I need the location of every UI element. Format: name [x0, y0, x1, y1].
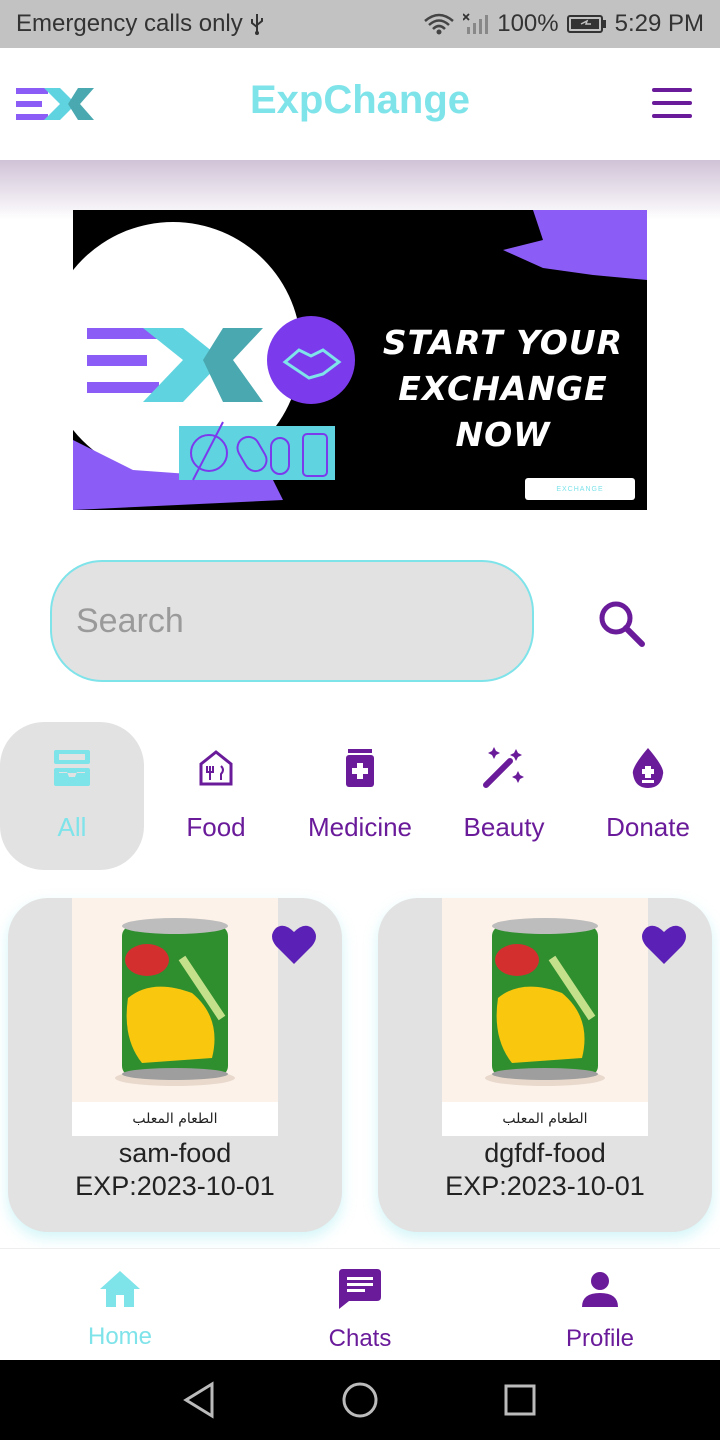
nav-profile[interactable]: Profile [520, 1249, 680, 1361]
menu-icon-bar [652, 88, 692, 92]
favorite-heart-icon[interactable] [642, 924, 686, 964]
magic-wand-icon [482, 747, 526, 788]
product-image-caption: الطعام المعلب [442, 1102, 648, 1136]
corn-can-image [115, 918, 235, 1086]
category-label: Medicine [307, 812, 413, 842]
category-label: Food [186, 812, 246, 842]
medicine-icon [344, 748, 376, 788]
product-expiry: EXP:2023-10-01 [445, 1171, 645, 1201]
search-field[interactable] [50, 560, 534, 682]
favorite-heart-icon[interactable] [272, 924, 316, 964]
product-name: dgfdf-food [484, 1138, 606, 1168]
menu-button[interactable] [652, 88, 692, 118]
product-card[interactable]: الطعام المعلب dgfdf-food EXP:2023-10-01 [378, 898, 712, 1232]
corn-can-image [485, 918, 605, 1086]
product-name: sam-food [118, 1138, 232, 1168]
nav-label: Home [87, 1323, 153, 1350]
home-icon [100, 1269, 140, 1309]
status-bar: Emergency calls only 100% 5:29 PM [0, 0, 720, 48]
category-medicine[interactable]: Medicine [288, 722, 432, 870]
battery-percent: 100% [497, 10, 559, 37]
menu-icon-bar [652, 101, 692, 105]
bottom-navigation: Home Chats Profile [0, 1248, 720, 1360]
banner-line-1: START YOUR [382, 323, 624, 362]
clock: 5:29 PM [614, 10, 704, 37]
category-food[interactable]: Food [144, 722, 288, 870]
app-title: ExpChange [249, 78, 471, 122]
back-icon[interactable] [180, 1380, 220, 1420]
carrier-text: Emergency calls only [16, 10, 243, 37]
search-input[interactable] [76, 601, 532, 641]
search-icon[interactable] [596, 598, 646, 648]
person-icon [582, 1269, 618, 1309]
blood-drop-icon [631, 748, 665, 788]
chat-icon [339, 1269, 381, 1309]
category-donate[interactable]: Donate [576, 722, 720, 870]
category-label: All [57, 812, 87, 842]
banner-line-2: EXCHANGE NOW [398, 369, 608, 454]
wifi-icon [423, 13, 455, 35]
inbox-icon [53, 748, 91, 788]
product-image-caption: الطعام المعلب [72, 1102, 278, 1136]
category-label: Donate [606, 812, 690, 842]
menu-icon-bar [652, 114, 692, 118]
system-navigation-bar [0, 1360, 720, 1440]
product-image: الطعام المعلب [72, 898, 278, 1136]
product-card[interactable]: الطعام المعلب sam-food EXP:2023-10-01 [8, 898, 342, 1232]
category-beauty[interactable]: Beauty [432, 722, 576, 870]
signal-icon [463, 13, 489, 35]
category-label: Beauty [463, 812, 545, 842]
product-expiry: EXP:2023-10-01 [75, 1171, 275, 1201]
banner-tag: EXCHANGE [525, 478, 635, 500]
product-image: الطعام المعلب [442, 898, 648, 1136]
nav-label: Chats [328, 1325, 392, 1352]
banner-headline: START YOUR EXCHANGE NOW [363, 320, 643, 458]
food-icon [199, 748, 233, 788]
promo-banner[interactable]: START YOUR EXCHANGE NOW EXCHANGE [73, 210, 647, 510]
battery-icon [566, 14, 607, 34]
usb-icon [249, 13, 265, 35]
home-circle-icon[interactable] [340, 1380, 380, 1420]
nav-label: Profile [565, 1325, 635, 1352]
nav-chats[interactable]: Chats [280, 1249, 440, 1361]
nav-home[interactable]: Home [40, 1249, 200, 1361]
category-all[interactable]: All [0, 722, 144, 870]
recents-icon[interactable] [500, 1380, 540, 1420]
